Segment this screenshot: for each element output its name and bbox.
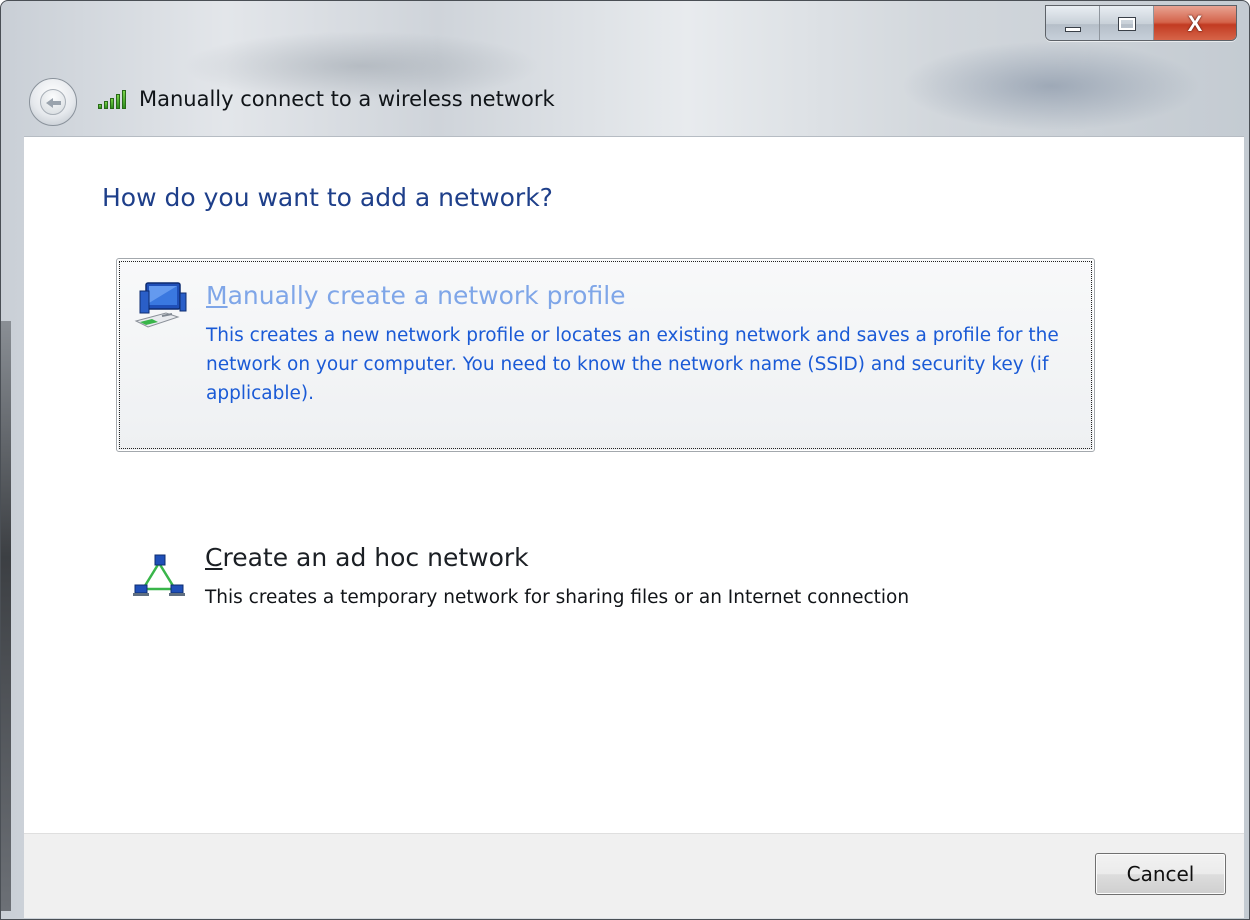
window-edge (1, 321, 11, 911)
glass-background (901, 41, 1201, 131)
wireless-signal-icon (98, 87, 130, 109)
option-title: Manually create a network profile (206, 281, 626, 310)
close-button[interactable]: X (1154, 6, 1236, 40)
option-description: This creates a temporary network for sha… (205, 587, 910, 608)
dialog-window: X Manually connect to a wireless network… (0, 0, 1250, 920)
ad-hoc-network-icon (133, 554, 185, 596)
manual-profile-option[interactable]: Manually create a network profile This c… (116, 258, 1095, 452)
page-heading: How do you want to add a network? (102, 183, 553, 212)
option-description: This creates a new network profile or lo… (206, 325, 1059, 404)
ad-hoc-network-option[interactable]: Create an ad hoc network This creates a … (116, 529, 1095, 619)
cancel-button[interactable]: Cancel (1095, 853, 1226, 895)
minimize-icon (1064, 26, 1081, 32)
caption-buttons: X (1045, 5, 1237, 41)
maximize-button[interactable] (1100, 6, 1154, 40)
maximize-icon (1117, 17, 1136, 31)
option-title: Create an ad hoc network (205, 543, 529, 572)
dialog-footer: Cancel (24, 833, 1244, 918)
window-title: Manually connect to a wireless network (139, 87, 555, 111)
network-profile-icon (134, 282, 187, 328)
close-icon: X (1187, 11, 1203, 36)
back-arrow-icon (40, 89, 66, 115)
minimize-button[interactable] (1046, 6, 1100, 40)
content-area: How do you want to add a network? Manual… (24, 136, 1244, 833)
back-button[interactable] (29, 78, 77, 126)
